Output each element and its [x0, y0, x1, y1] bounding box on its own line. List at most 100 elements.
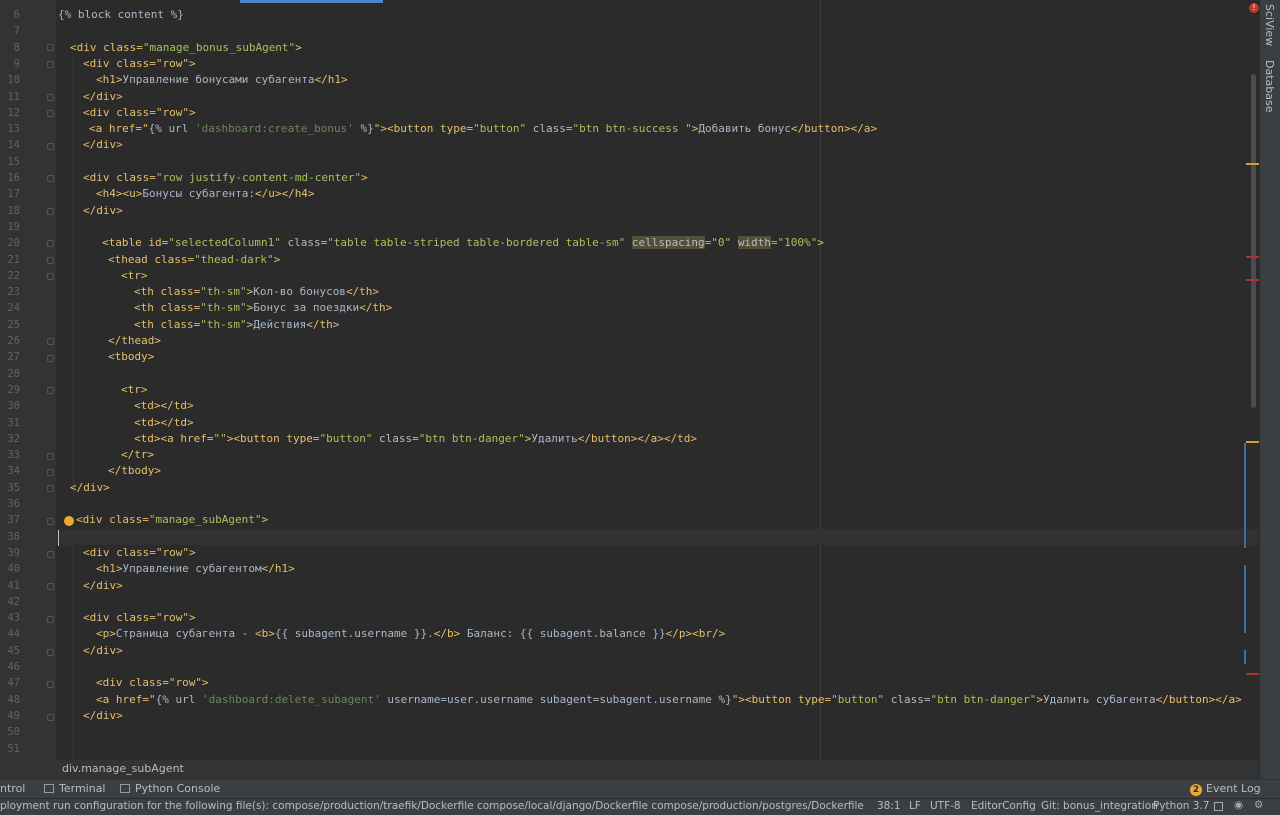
- code-token: </div>: [83, 578, 123, 592]
- line-number-gutter[interactable]: 6 7 8 9 10 11 12 13 14 15 16 17 18 19 20…: [0, 0, 56, 760]
- code-line-45[interactable]: </div>: [83, 643, 123, 659]
- tool-window-terminal[interactable]: Terminal: [44, 782, 106, 795]
- warning-marker[interactable]: [1246, 163, 1259, 165]
- python-interpreter[interactable]: Python 3.7: [1153, 800, 1209, 812]
- settings-icon[interactable]: ⚙: [1254, 799, 1263, 811]
- code-line-44[interactable]: <p>Страница субагента - <b>{{ subagent.u…: [96, 626, 725, 642]
- code-line-35[interactable]: </div>: [70, 480, 110, 496]
- fold-marker[interactable]: [47, 143, 54, 150]
- code-line-33[interactable]: </tr>: [121, 447, 154, 463]
- code-line-16[interactable]: <div class="row justify-content-md-cente…: [83, 170, 368, 186]
- fold-marker[interactable]: [47, 551, 54, 558]
- fold-marker[interactable]: [47, 518, 54, 525]
- lightbulb-icon[interactable]: [64, 516, 74, 526]
- error-marker[interactable]: [1246, 256, 1259, 258]
- fold-marker[interactable]: [47, 583, 54, 590]
- line-number: 51: [7, 742, 20, 755]
- code-line-41[interactable]: </div>: [83, 578, 123, 594]
- editorconfig-indicator[interactable]: EditorConfig: [971, 800, 1036, 812]
- lock-icon[interactable]: [1214, 802, 1223, 811]
- fold-marker[interactable]: [47, 338, 54, 345]
- code-line-22[interactable]: <tr>: [121, 268, 148, 284]
- fold-marker[interactable]: [47, 714, 54, 721]
- error-marker[interactable]: [1246, 279, 1259, 281]
- code-line-20[interactable]: <table id="selectedColumn1" class="table…: [102, 235, 824, 251]
- code-line-47[interactable]: <div class="row">: [96, 675, 209, 691]
- tab-database[interactable]: Database: [1263, 60, 1276, 113]
- code-line-17[interactable]: <h4><u>Бонусы субагента:</u></h4>: [96, 186, 315, 202]
- fold-marker[interactable]: [47, 44, 54, 51]
- fold-marker[interactable]: [47, 61, 54, 68]
- code-line-8[interactable]: <div class="manage_bonus_subAgent">: [70, 40, 302, 56]
- fold-marker[interactable]: [47, 616, 54, 623]
- code-line-23[interactable]: <th class="th-sm">Кол-во бонусов</th>: [134, 284, 379, 300]
- scrollbar-thumb[interactable]: [1251, 74, 1256, 408]
- fold-marker[interactable]: [47, 240, 54, 247]
- status-message[interactable]: ployment run configuration for the follo…: [0, 800, 868, 812]
- code-line-26[interactable]: </thead>: [108, 333, 161, 349]
- code-line-34[interactable]: </tbody>: [108, 463, 161, 479]
- error-indicator-icon[interactable]: !: [1249, 3, 1259, 13]
- tab-sciview[interactable]: SciView: [1263, 4, 1276, 46]
- fold-marker[interactable]: [47, 110, 54, 117]
- tool-window-control[interactable]: ntrol: [0, 782, 25, 795]
- fold-marker[interactable]: [47, 175, 54, 182]
- tool-window-python-console[interactable]: Python Console: [120, 782, 220, 795]
- code-line-48[interactable]: <a href="{% url 'dashboard:delete_subage…: [96, 692, 1242, 708]
- code-line-21[interactable]: <thead class="thead-dark">: [108, 252, 280, 268]
- error-marker[interactable]: [1246, 673, 1259, 675]
- indent-guide: [73, 545, 74, 760]
- warning-marker[interactable]: [1246, 441, 1259, 443]
- code-token: "button": [831, 692, 885, 706]
- code-line-12[interactable]: <div class="row">: [83, 105, 196, 121]
- code-editor[interactable]: 6 7 8 9 10 11 12 13 14 15 16 17 18 19 20…: [0, 0, 1259, 760]
- fold-marker[interactable]: [47, 94, 54, 101]
- code-line-29[interactable]: <tr>: [121, 382, 148, 398]
- git-branch[interactable]: Git: bonus_integration: [1041, 800, 1158, 812]
- line-number: 39: [7, 546, 20, 559]
- code-line-14[interactable]: </div>: [83, 137, 123, 153]
- code-token: <td><a href=: [134, 431, 214, 445]
- code-token: "button": [473, 122, 527, 136]
- line-separator[interactable]: LF: [909, 800, 921, 812]
- terminal-label: Terminal: [59, 782, 106, 795]
- code-line-18[interactable]: </div>: [83, 203, 123, 219]
- code-line-27[interactable]: <tbody>: [108, 349, 154, 365]
- file-encoding[interactable]: UTF-8: [930, 800, 961, 812]
- code-token: </button></a>: [1155, 692, 1242, 706]
- caret-position[interactable]: 38:1: [877, 800, 901, 812]
- fold-marker[interactable]: [47, 257, 54, 264]
- code-line-40[interactable]: <h1>Управление субагентом</h1>: [96, 561, 295, 577]
- breadcrumb[interactable]: div.manage_subAgent: [62, 762, 184, 775]
- code-line-11[interactable]: </div>: [83, 89, 123, 105]
- fold-marker[interactable]: [47, 681, 54, 688]
- code-line-25[interactable]: <th class="th-sm">Действия</th>: [134, 317, 339, 333]
- line-number: 19: [7, 220, 20, 233]
- current-line-highlight: [56, 529, 1259, 545]
- code-line-30[interactable]: <td></td>: [134, 398, 194, 414]
- fold-marker[interactable]: [47, 469, 54, 476]
- fold-marker[interactable]: [47, 387, 54, 394]
- tool-window-event-log[interactable]: 2 Event Log: [1190, 782, 1261, 796]
- code-token: Удалить: [531, 431, 578, 445]
- code-line-13[interactable]: <a href="{% url 'dashboard:create_bonus'…: [89, 121, 877, 137]
- code-line-31[interactable]: <td></td>: [134, 415, 194, 431]
- change-marker: [1244, 443, 1246, 548]
- line-number: 36: [7, 498, 20, 510]
- code-line-49[interactable]: </div>: [83, 708, 123, 724]
- code-line-24[interactable]: <th class="th-sm">Бонус за поездки</th>: [134, 300, 392, 316]
- code-line-6[interactable]: {% block content %}: [58, 7, 184, 23]
- fold-marker[interactable]: [47, 649, 54, 656]
- code-line-39[interactable]: <div class="row">: [83, 545, 196, 561]
- inspector-icon[interactable]: ◉: [1234, 799, 1243, 811]
- code-line-32[interactable]: <td><a href=""><button type="button" cla…: [134, 431, 697, 447]
- code-line-43[interactable]: <div class="row">: [83, 610, 196, 626]
- fold-marker[interactable]: [47, 485, 54, 492]
- fold-marker[interactable]: [47, 453, 54, 460]
- fold-marker[interactable]: [47, 208, 54, 215]
- code-line-10[interactable]: <h1>Управление бонусами субагента</h1>: [96, 72, 348, 88]
- code-line-37[interactable]: <div class="manage_subAgent">: [76, 512, 268, 528]
- code-line-9[interactable]: <div class="row">: [83, 56, 196, 72]
- fold-marker[interactable]: [47, 273, 54, 280]
- fold-marker[interactable]: [47, 355, 54, 362]
